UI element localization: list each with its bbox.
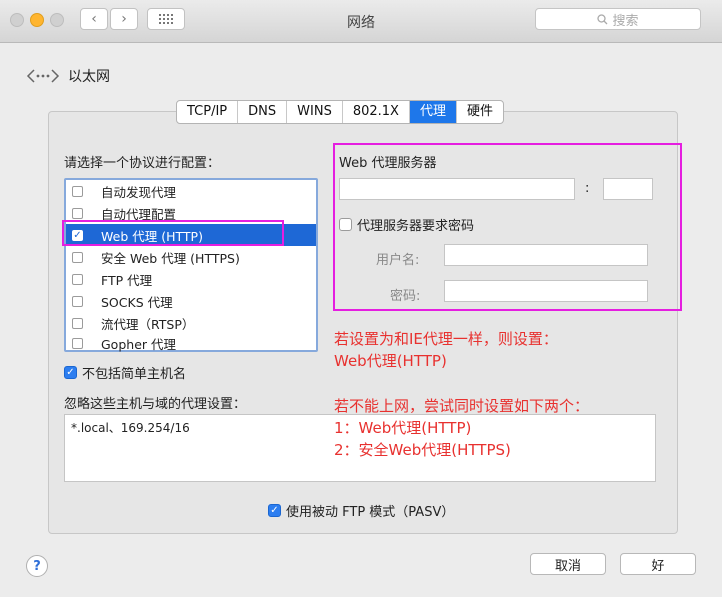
back-label: 以太网: [68, 69, 110, 85]
protocol-item-ftp[interactable]: FTP 代理: [66, 268, 316, 290]
search-placeholder: 搜索: [612, 13, 639, 29]
tab-8021x[interactable]: 802.1X: [343, 101, 410, 123]
bypass-value: *.local、169.254/16: [71, 421, 190, 435]
protocol-list: 自动发现代理 自动代理配置 ✓ Web 代理 (HTTP) 安全 Web 代理 (…: [64, 178, 318, 352]
protocol-label: 自动发现代理: [101, 184, 177, 200]
search-field[interactable]: 搜索: [535, 8, 701, 30]
protocol-item-rtsp[interactable]: 流代理（RTSP）: [66, 312, 316, 334]
checkbox[interactable]: [72, 317, 83, 329]
cancel-button[interactable]: 取消: [530, 553, 606, 575]
checkbox[interactable]: [72, 207, 83, 219]
exclude-simple-hostnames-checkbox[interactable]: ✓ 不包括简单主机名: [64, 363, 186, 382]
tab-hardware[interactable]: 硬件: [457, 101, 503, 123]
note-line: 若不能上网，尝试同时设置如下两个：: [334, 397, 590, 415]
protocol-label: Gopher 代理: [101, 336, 176, 352]
protocol-label: SOCKS 代理: [101, 294, 173, 310]
protocol-list-heading: 请选择一个协议进行配置：: [64, 156, 221, 171]
title-bar: ‹ › 网络 搜索: [0, 0, 722, 43]
checkbox[interactable]: [72, 337, 83, 349]
checkbox[interactable]: [72, 295, 83, 307]
checkbox[interactable]: [72, 185, 83, 197]
protocol-label: 安全 Web 代理 (HTTPS): [101, 250, 240, 266]
bypass-heading: 忽略这些主机与域的代理设置：: [64, 397, 247, 412]
passive-ftp-label: 使用被动 FTP 模式（PASV）: [286, 505, 455, 520]
annotation-note-1: 若设置为和IE代理一样，则设置： Web代理(HTTP): [334, 328, 558, 372]
protocol-label: FTP 代理: [101, 272, 153, 288]
protocol-item-gopher[interactable]: Gopher 代理: [66, 334, 316, 352]
protocol-label: 流代理（RTSP）: [101, 316, 195, 332]
checkmark-icon: ✓: [268, 504, 281, 517]
tab-wins[interactable]: WINS: [287, 101, 343, 123]
tab-dns[interactable]: DNS: [238, 101, 288, 123]
checkmark-icon: ✓: [64, 366, 77, 379]
note-line: Web代理(HTTP): [334, 352, 447, 370]
note-line: 1：Web代理(HTTP): [334, 419, 472, 437]
passive-ftp-checkbox[interactable]: ✓ 使用被动 FTP 模式（PASV）: [268, 501, 454, 520]
protocol-item-auto-discovery[interactable]: 自动发现代理: [66, 180, 316, 202]
back-to-ethernet[interactable]: 以太网: [26, 66, 110, 86]
back-chevron-dots-icon: [26, 69, 60, 83]
tab-bar: TCP/IP DNS WINS 802.1X 代理 硬件: [176, 100, 504, 124]
http-highlight-box: [62, 220, 284, 246]
tab-proxy[interactable]: 代理: [409, 101, 457, 123]
checkbox[interactable]: [72, 273, 83, 285]
checkbox[interactable]: [72, 251, 83, 263]
note-line: 2：安全Web代理(HTTPS): [334, 441, 511, 459]
search-icon: [597, 13, 608, 24]
protocol-item-socks[interactable]: SOCKS 代理: [66, 290, 316, 312]
exclude-simple-label: 不包括简单主机名: [82, 367, 187, 382]
ok-button[interactable]: 好: [620, 553, 696, 575]
protocol-item-secure-web-https[interactable]: 安全 Web 代理 (HTTPS): [66, 246, 316, 268]
server-highlight-box: [333, 143, 682, 311]
help-button[interactable]: ?: [26, 555, 48, 577]
annotation-note-2: 若不能上网，尝试同时设置如下两个： 1：Web代理(HTTP) 2：安全Web代…: [334, 395, 589, 461]
note-line: 若设置为和IE代理一样，则设置：: [334, 330, 558, 348]
tab-tcpip[interactable]: TCP/IP: [177, 101, 239, 123]
